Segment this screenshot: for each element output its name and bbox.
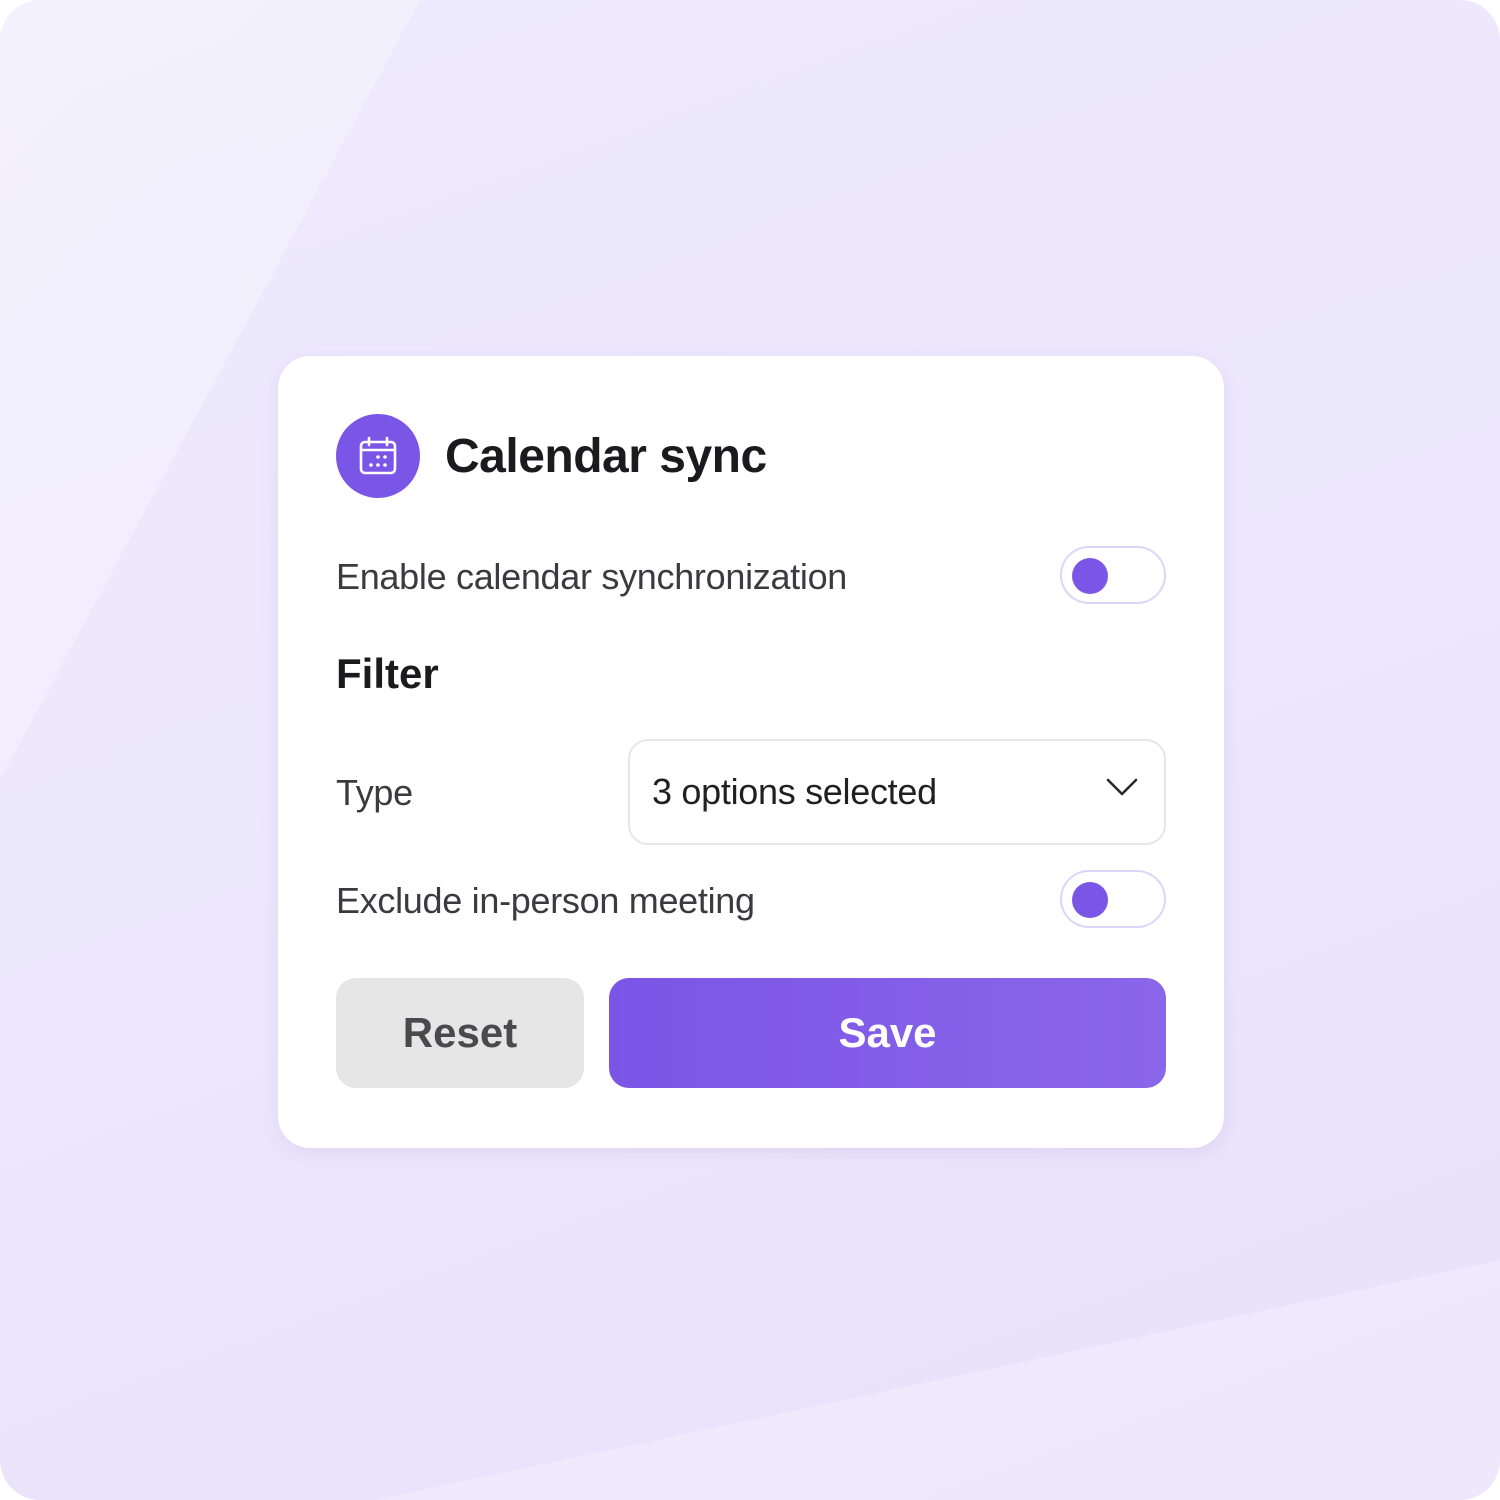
toggle-knob: [1072, 882, 1108, 918]
enable-sync-label: Enable calendar synchronization: [336, 556, 848, 597]
chevron-down-icon: [1106, 777, 1138, 802]
card-title: Calendar sync: [445, 429, 767, 483]
type-label: Type: [336, 772, 413, 813]
background-canvas: Calendar sync Enable calendar synchroniz…: [0, 0, 1500, 1500]
reset-button[interactable]: Reset: [336, 978, 584, 1088]
type-select-value: 3 options selected: [652, 771, 937, 812]
calendar-sync-card: Calendar sync Enable calendar synchroniz…: [278, 356, 1224, 1148]
exclude-in-person-toggle[interactable]: [1060, 870, 1166, 928]
type-select[interactable]: 3 options selected: [628, 739, 1166, 845]
enable-sync-toggle[interactable]: [1060, 546, 1166, 604]
exclude-in-person-label: Exclude in-person meeting: [336, 880, 755, 921]
card-header: Calendar sync: [336, 414, 767, 498]
calendar-icon: [336, 414, 420, 498]
toggle-knob: [1072, 558, 1108, 594]
filter-section-title: Filter: [336, 650, 439, 697]
save-button[interactable]: Save: [609, 978, 1166, 1088]
